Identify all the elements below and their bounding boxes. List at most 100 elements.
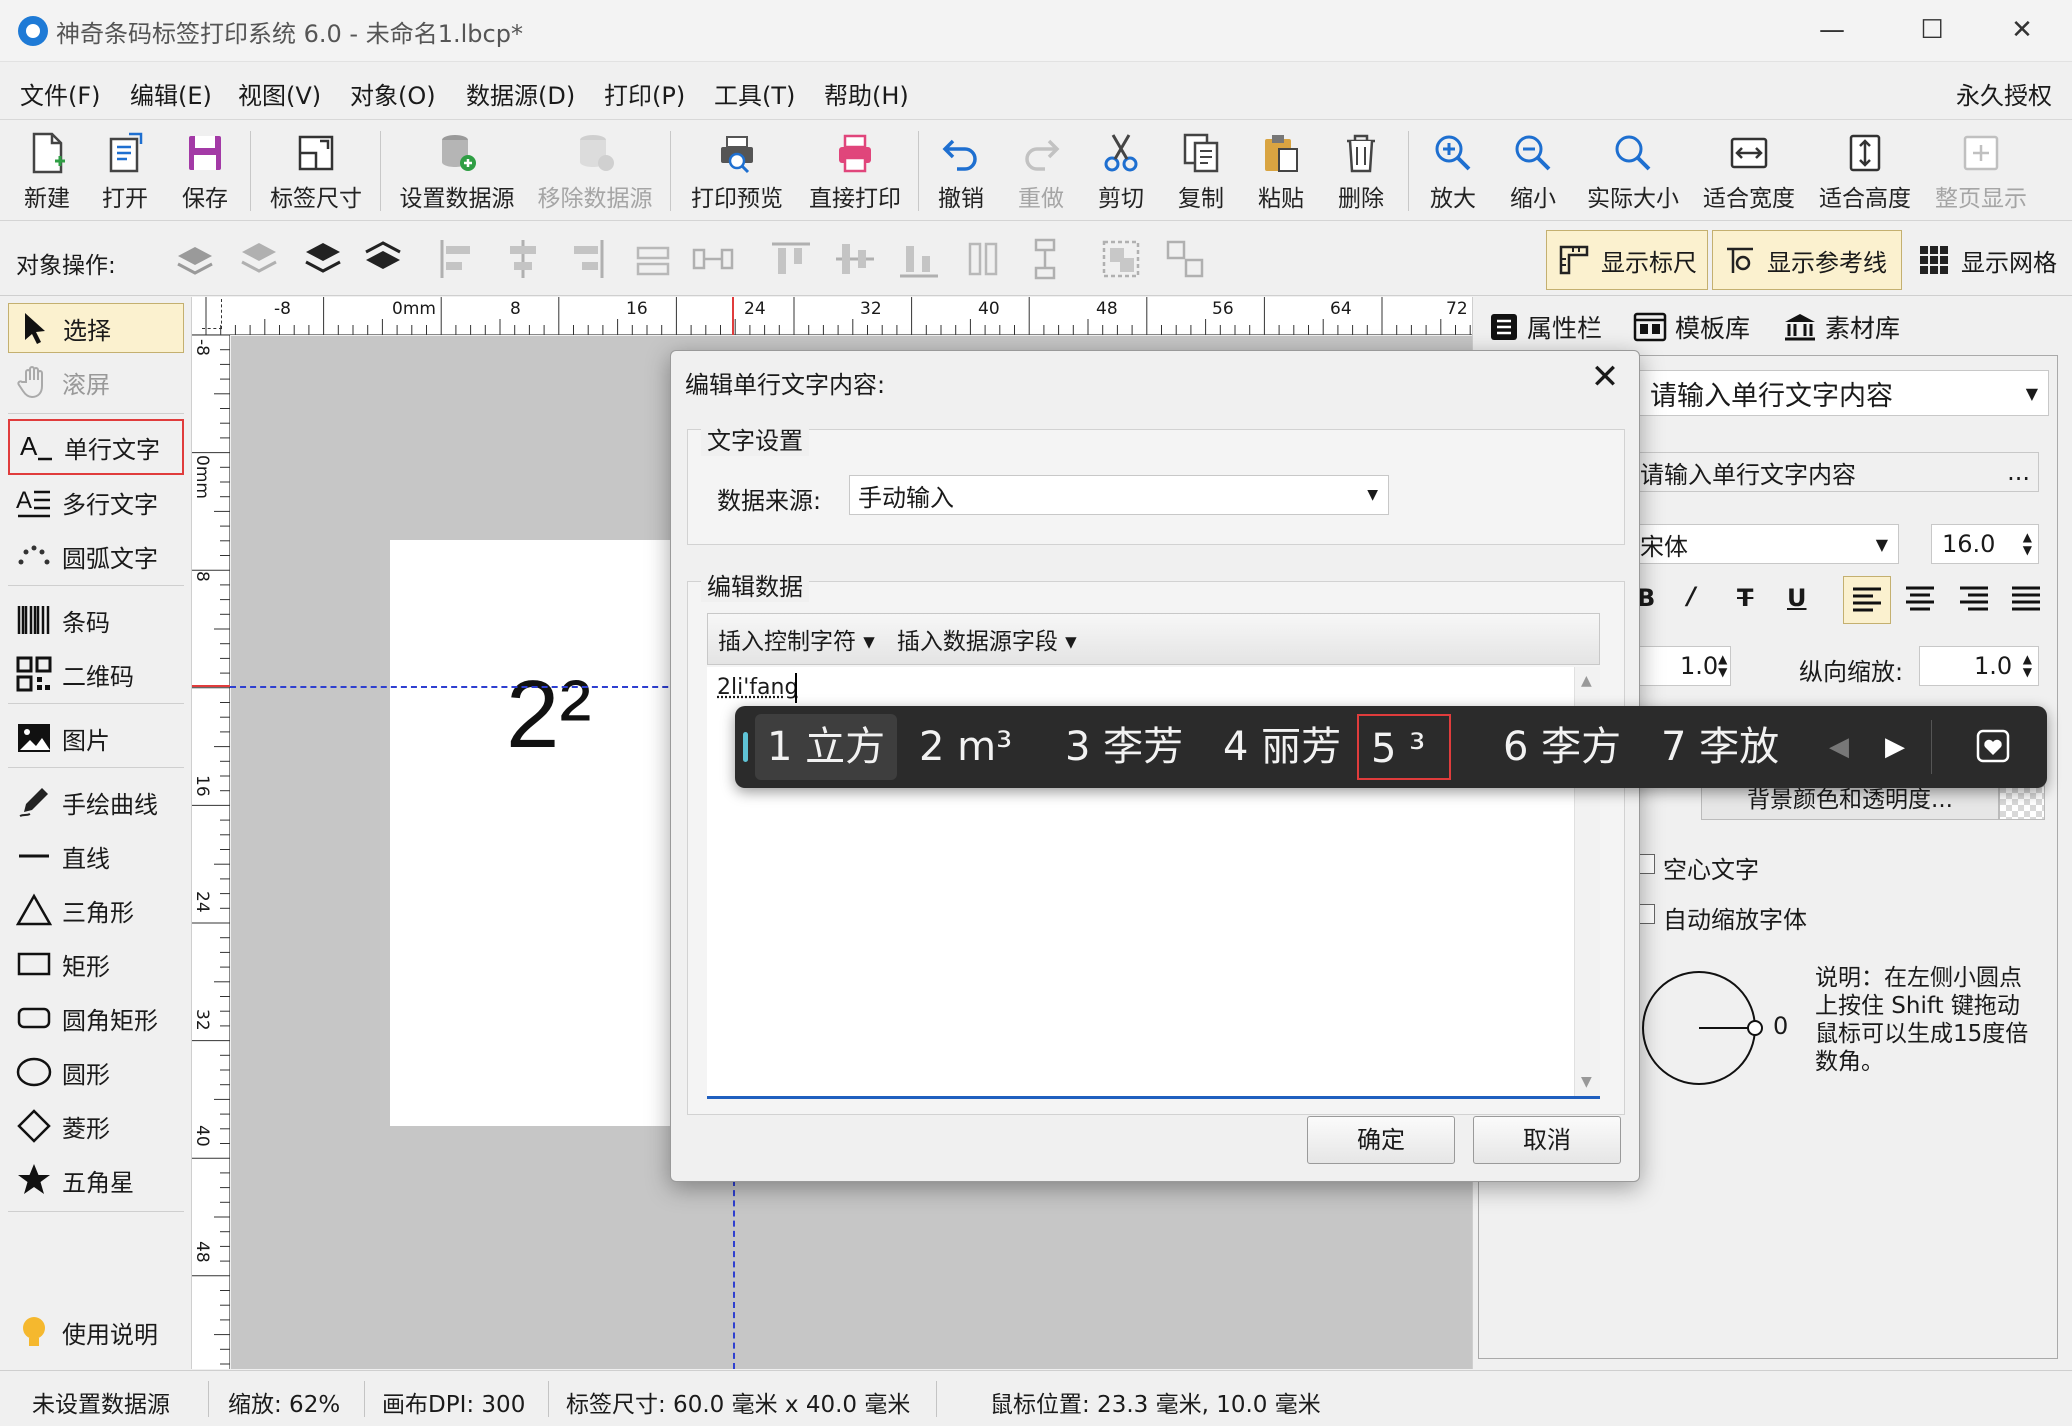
ime-candidate[interactable]: 3 李芳 — [1053, 714, 1195, 780]
menu-tools[interactable]: 工具(T) — [714, 76, 795, 111]
maximize-button[interactable]: ☐ — [1902, 10, 1962, 50]
ungroup-icon[interactable] — [1162, 236, 1208, 282]
print-preview-button[interactable]: 打印预览 — [682, 127, 792, 217]
delete-button[interactable]: 删除 — [1326, 127, 1396, 217]
strikethrough-button[interactable]: T — [1737, 584, 1753, 612]
underline-button[interactable]: U — [1787, 584, 1807, 612]
tool-image[interactable]: 图片 — [8, 713, 184, 763]
text-align-right-icon[interactable] — [1951, 576, 1997, 622]
align-middle-icon[interactable] — [832, 236, 878, 282]
text-align-justify-icon[interactable] — [2003, 576, 2049, 622]
label-size-button[interactable]: 标签尺寸 — [258, 127, 374, 217]
menu-print[interactable]: 打印(P) — [604, 76, 685, 111]
save-button[interactable]: 保存 — [170, 127, 240, 217]
tool-multi-line-text[interactable]: A 多行文字 — [8, 477, 184, 527]
copy-button[interactable]: 复制 — [1166, 127, 1236, 217]
tool-star[interactable]: 五角星 — [8, 1155, 184, 1205]
zoom-out-button[interactable]: 缩小 — [1498, 127, 1568, 217]
align-center-icon[interactable] — [500, 236, 546, 282]
tool-rounded-rect[interactable]: 圆角矩形 — [8, 993, 184, 1043]
paste-button[interactable]: 粘贴 — [1246, 127, 1316, 217]
redo-button[interactable]: 重做 — [1006, 127, 1076, 217]
tab-templates[interactable]: 模板库 — [1633, 305, 1750, 349]
align-top-icon[interactable] — [768, 236, 814, 282]
text-align-center-icon[interactable] — [1897, 576, 1943, 622]
align-left-icon[interactable] — [434, 236, 480, 282]
tool-rectangle[interactable]: 矩形 — [8, 939, 184, 989]
tool-triangle[interactable]: 三角形 — [8, 885, 184, 935]
ime-favorite-icon[interactable] — [1975, 728, 2011, 764]
fit-height-button[interactable]: 适合高度 — [1812, 127, 1918, 217]
layer-up-icon[interactable] — [172, 236, 218, 282]
content-field[interactable]: 请输入单行文字内容 ... — [1629, 452, 2039, 492]
scroll-down-icon[interactable]: ▼ — [1581, 1074, 1592, 1090]
set-datasource-button[interactable]: 设置数据源 — [392, 127, 522, 217]
content-field-more-button[interactable]: ... — [2007, 458, 2030, 486]
close-window-button[interactable]: ✕ — [1992, 10, 2052, 50]
tool-diamond[interactable]: 菱形 — [8, 1101, 184, 1151]
tab-properties[interactable]: 属性栏 — [1489, 305, 1602, 349]
align-right-icon[interactable] — [564, 236, 610, 282]
new-button[interactable]: 新建 — [12, 127, 82, 217]
tool-line[interactable]: 直线 — [8, 831, 184, 881]
tool-circle[interactable]: 圆形 — [8, 1047, 184, 1097]
tool-arc-text[interactable]: 圆弧文字 — [8, 531, 184, 581]
layer-bottom-icon[interactable] — [360, 236, 406, 282]
ok-button[interactable]: 确定 — [1307, 1116, 1455, 1164]
show-guides-toggle[interactable]: 显示参考线 — [1712, 230, 1902, 290]
show-grid-toggle[interactable]: 显示网格 — [1906, 230, 2068, 290]
ime-candidate[interactable]: 7 李放 — [1649, 714, 1791, 780]
cut-button[interactable]: 剪切 — [1086, 127, 1156, 217]
minimize-button[interactable]: — — [1802, 10, 1862, 50]
tool-select[interactable]: 选择 — [8, 303, 184, 353]
tool-freehand[interactable]: 手绘曲线 — [8, 777, 184, 827]
layer-down-icon[interactable] — [236, 236, 282, 282]
ime-next-page-icon[interactable]: ▶ — [1875, 724, 1915, 770]
font-size-stepper[interactable]: 16.0 ▲ ▼ — [1931, 524, 2039, 564]
ime-candidate[interactable]: 2 m³ — [907, 714, 1024, 780]
remove-datasource-button[interactable]: 移除数据源 — [530, 127, 660, 217]
tab-materials[interactable]: 素材库 — [1783, 305, 1900, 349]
ime-candidate[interactable]: 1 立方 — [755, 714, 898, 780]
v-scale-stepper[interactable]: 1.0 ▲ ▼ — [1919, 646, 2039, 686]
menu-object[interactable]: 对象(O) — [350, 76, 436, 111]
menu-edit[interactable]: 编辑(E) — [130, 76, 212, 111]
scroll-up-icon[interactable]: ▲ — [1581, 673, 1592, 689]
content-select[interactable]: 请输入单行文字内容 ▼ — [1639, 370, 2049, 416]
align-bottom-icon[interactable] — [896, 236, 942, 282]
actual-size-button[interactable]: 实际大小 — [1580, 127, 1686, 217]
zoom-in-button[interactable]: 放大 — [1418, 127, 1488, 217]
cancel-button[interactable]: 取消 — [1473, 1116, 1621, 1164]
undo-button[interactable]: 撤销 — [926, 127, 996, 217]
menu-help[interactable]: 帮助(H) — [824, 76, 909, 111]
dialog-close-button[interactable]: ✕ — [1585, 357, 1625, 397]
h-scale-stepper[interactable]: 1.0 ▲ ▼ — [1639, 646, 1731, 686]
fit-page-button[interactable]: 整页显示 — [1928, 127, 2034, 217]
direct-print-button[interactable]: 直接打印 — [800, 127, 910, 217]
data-source-select[interactable]: 手动输入 ▼ — [849, 475, 1389, 515]
menu-datasource[interactable]: 数据源(D) — [466, 76, 575, 111]
tool-single-line-text[interactable]: A 单行文字 — [8, 419, 184, 475]
distribute-v-icon[interactable] — [1022, 236, 1068, 282]
menu-view[interactable]: 视图(V) — [238, 76, 321, 111]
layer-top-icon[interactable] — [300, 236, 346, 282]
rotation-dial[interactable] — [1639, 964, 1769, 1094]
fit-width-button[interactable]: 适合宽度 — [1696, 127, 1802, 217]
show-ruler-toggle[interactable]: 显示标尺 — [1546, 230, 1708, 290]
tool-scroll[interactable]: 滚屏 — [8, 357, 184, 407]
same-width-icon[interactable] — [630, 236, 676, 282]
menu-file[interactable]: 文件(F) — [20, 76, 101, 111]
label-text-object[interactable]: 2² — [506, 660, 591, 770]
same-height-icon[interactable] — [960, 236, 1006, 282]
tool-barcode[interactable]: 条码 — [8, 595, 184, 645]
group-icon[interactable] — [1098, 236, 1144, 282]
align-left-button[interactable] — [1843, 576, 1891, 624]
ime-prev-page-icon[interactable]: ◀ — [1819, 724, 1859, 770]
ime-candidate[interactable]: 6 李方 — [1491, 714, 1633, 780]
insert-control-char-menu[interactable]: 插入控制字符 ▾ — [718, 622, 875, 656]
insert-datasource-field-menu[interactable]: 插入数据源字段 ▾ — [897, 622, 1077, 656]
open-button[interactable]: 打开 — [90, 127, 160, 217]
help-guide-button[interactable]: 使用说明 — [8, 1307, 184, 1357]
ime-candidate[interactable]: 4 丽芳 — [1211, 714, 1353, 780]
italic-button[interactable]: / — [1687, 582, 1696, 610]
